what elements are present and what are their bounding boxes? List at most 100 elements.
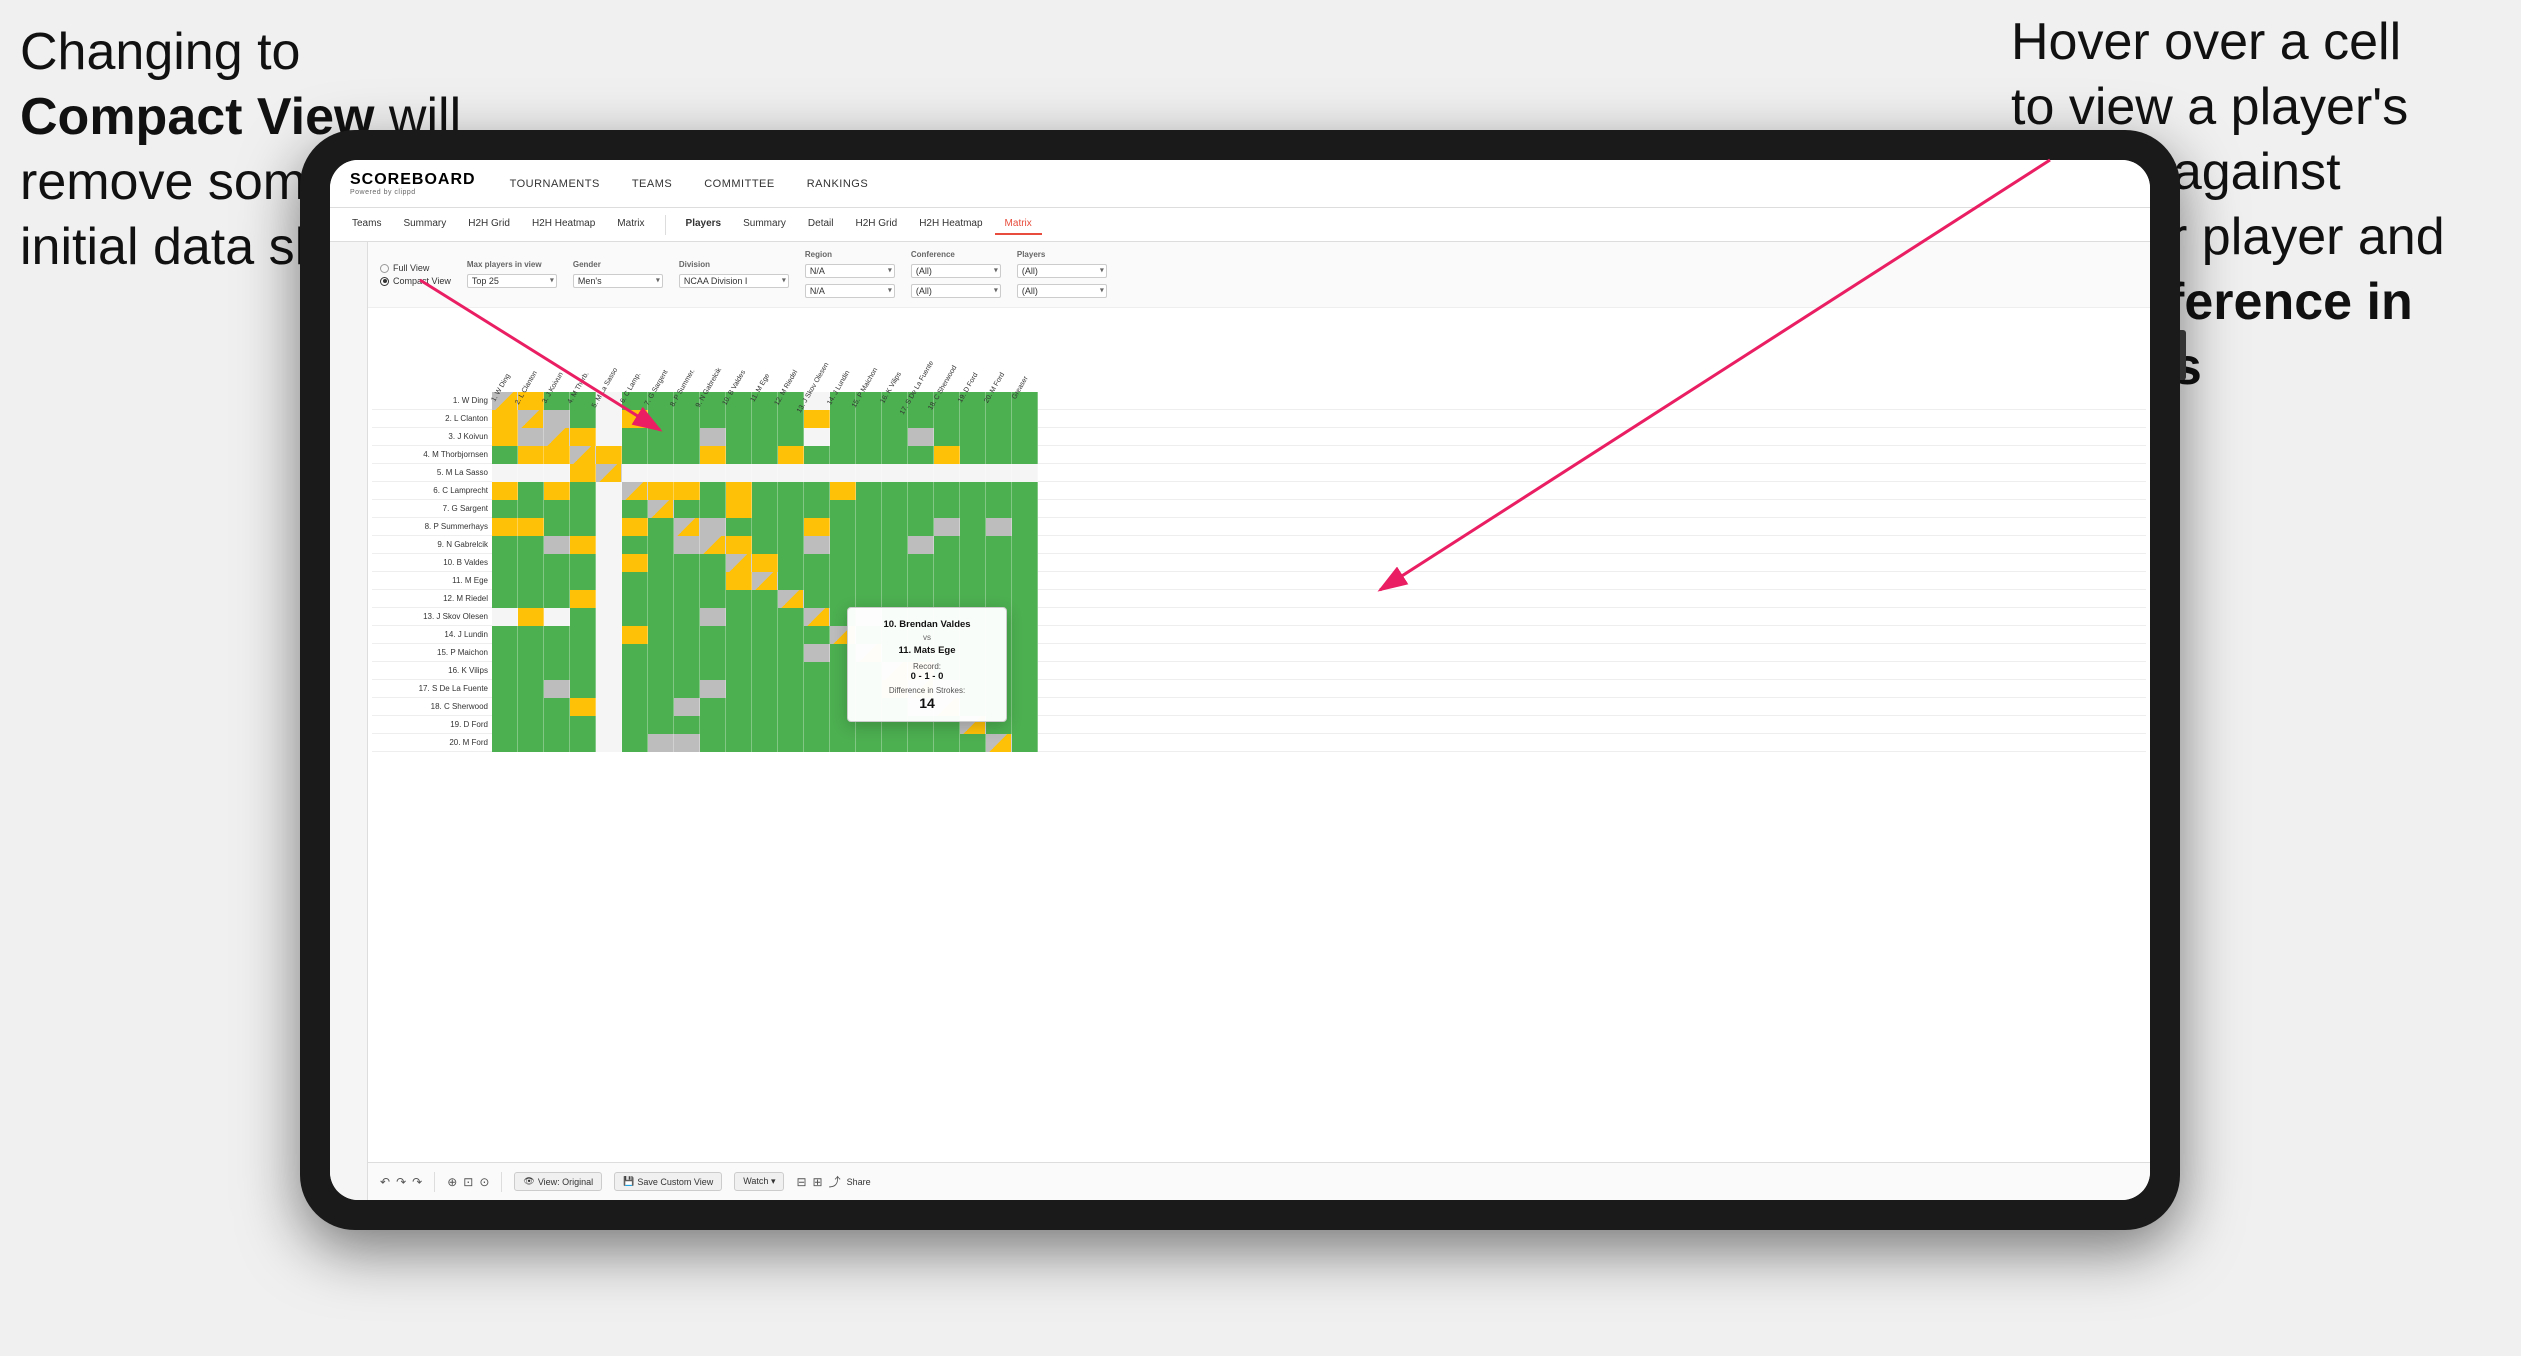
nav-link-tournaments[interactable]: TOURNAMENTS	[510, 178, 600, 190]
grid-cell[interactable]	[622, 428, 648, 446]
grid-cell[interactable]	[856, 518, 882, 536]
grid-cell[interactable]	[986, 410, 1012, 428]
grid-cell[interactable]	[726, 680, 752, 698]
grid-cell[interactable]	[492, 428, 518, 446]
grid-cell[interactable]	[492, 446, 518, 464]
grid-cell[interactable]	[570, 464, 596, 482]
grid-cell[interactable]	[622, 698, 648, 716]
grid-cell[interactable]	[1012, 482, 1038, 500]
grid-cell[interactable]	[648, 590, 674, 608]
grid-cell[interactable]	[622, 464, 648, 482]
grid-cell[interactable]	[674, 428, 700, 446]
grid-cell[interactable]	[986, 500, 1012, 518]
grid-cell[interactable]	[622, 608, 648, 626]
grid-cell[interactable]	[882, 536, 908, 554]
grid-cell[interactable]	[1012, 698, 1038, 716]
grid-cell[interactable]	[700, 536, 726, 554]
grid-cell[interactable]	[492, 554, 518, 572]
grid-cell[interactable]	[622, 626, 648, 644]
grid-cell[interactable]	[622, 554, 648, 572]
grid-cell[interactable]	[544, 734, 570, 752]
grid-cell[interactable]	[570, 572, 596, 590]
grid-cell[interactable]	[492, 410, 518, 428]
grid-cell[interactable]	[882, 464, 908, 482]
grid-cell[interactable]	[492, 464, 518, 482]
grid-cell[interactable]	[674, 590, 700, 608]
grid-cell[interactable]	[596, 626, 622, 644]
grid-cell[interactable]	[674, 464, 700, 482]
grid-cell[interactable]	[518, 518, 544, 536]
grid-cell[interactable]	[726, 662, 752, 680]
grid-cell[interactable]	[674, 608, 700, 626]
grid-cell[interactable]	[804, 626, 830, 644]
nav-link-committee[interactable]: COMMITTEE	[704, 178, 775, 190]
grid-cell[interactable]	[752, 464, 778, 482]
grid-cell[interactable]	[674, 662, 700, 680]
grid-cell[interactable]	[778, 572, 804, 590]
grid-cell[interactable]	[934, 734, 960, 752]
grid-cell[interactable]	[622, 482, 648, 500]
grid-cell[interactable]	[778, 626, 804, 644]
grid-cell[interactable]	[778, 716, 804, 734]
grid-cell[interactable]	[934, 446, 960, 464]
grid-cell[interactable]	[778, 446, 804, 464]
grid-cell[interactable]	[570, 716, 596, 734]
grid-cell[interactable]	[648, 734, 674, 752]
view-original-button[interactable]: 👁 View: Original	[514, 1172, 602, 1191]
grid-cell[interactable]	[804, 518, 830, 536]
grid-cell[interactable]	[856, 446, 882, 464]
grid-cell[interactable]	[752, 626, 778, 644]
grid-cell[interactable]	[700, 662, 726, 680]
grid-cell[interactable]	[648, 482, 674, 500]
grid-cell[interactable]	[570, 410, 596, 428]
grid-cell[interactable]	[986, 590, 1012, 608]
grid-cell[interactable]	[960, 518, 986, 536]
grid-cell[interactable]	[674, 446, 700, 464]
grid-cell[interactable]	[1012, 734, 1038, 752]
grid-cell[interactable]	[1012, 500, 1038, 518]
grid-cell[interactable]	[544, 608, 570, 626]
grid-cell[interactable]	[752, 446, 778, 464]
grid-cell[interactable]	[726, 500, 752, 518]
grid-cell[interactable]	[622, 410, 648, 428]
grid-cell[interactable]	[830, 554, 856, 572]
zoom-icon[interactable]: ⊕	[447, 1175, 457, 1189]
grid-cell[interactable]	[752, 518, 778, 536]
grid-cell[interactable]	[804, 482, 830, 500]
tab-matrix-2[interactable]: Matrix	[995, 214, 1042, 235]
grid-cell[interactable]	[726, 482, 752, 500]
grid-cell[interactable]	[752, 734, 778, 752]
grid-cell[interactable]	[648, 698, 674, 716]
grid-cell[interactable]	[778, 464, 804, 482]
grid-cell[interactable]	[518, 536, 544, 554]
grid-cell[interactable]	[778, 482, 804, 500]
grid-cell[interactable]	[674, 572, 700, 590]
grid-cell[interactable]	[882, 590, 908, 608]
grid-cell[interactable]	[804, 428, 830, 446]
conference-select-2[interactable]: (All)	[911, 284, 1001, 298]
grid-cell[interactable]	[960, 536, 986, 554]
grid-cell[interactable]	[726, 608, 752, 626]
grid-cell[interactable]	[882, 446, 908, 464]
grid-cell[interactable]	[518, 734, 544, 752]
save-custom-view-button[interactable]: 💾 Save Custom View	[614, 1172, 722, 1191]
grid-cell[interactable]	[752, 662, 778, 680]
grid-cell[interactable]	[518, 626, 544, 644]
grid-cell[interactable]	[544, 554, 570, 572]
grid-cell[interactable]	[986, 734, 1012, 752]
grid-cell[interactable]	[1012, 554, 1038, 572]
grid-cell[interactable]	[908, 572, 934, 590]
grid-cell[interactable]	[882, 482, 908, 500]
share-icon[interactable]: ⤴	[829, 1173, 841, 1190]
grid-cell[interactable]	[908, 446, 934, 464]
grid-cell[interactable]	[934, 428, 960, 446]
grid-cell[interactable]	[986, 518, 1012, 536]
grid-cell[interactable]	[674, 698, 700, 716]
grid-cell[interactable]	[492, 734, 518, 752]
grid-cell[interactable]	[960, 428, 986, 446]
grid-cell[interactable]	[700, 572, 726, 590]
grid-cell[interactable]	[622, 716, 648, 734]
grid-cell[interactable]	[674, 734, 700, 752]
grid-cell[interactable]	[700, 428, 726, 446]
grid-cell[interactable]	[908, 554, 934, 572]
